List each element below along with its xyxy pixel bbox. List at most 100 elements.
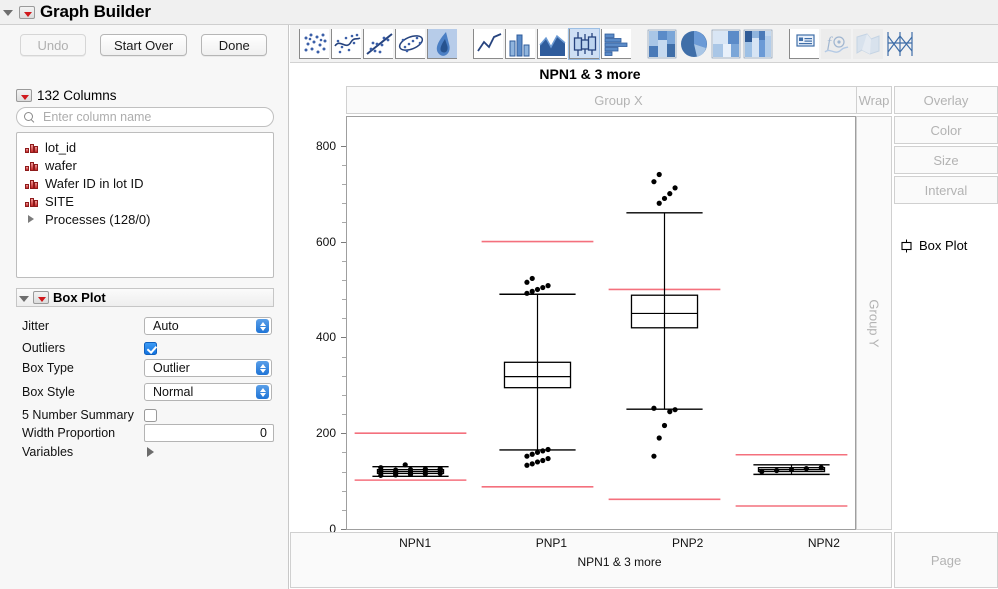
chevron-updown-icon[interactable] xyxy=(256,361,269,375)
outlier-point xyxy=(402,462,408,468)
line-of-fit-icon[interactable] xyxy=(363,28,393,59)
triangle-right-icon[interactable] xyxy=(25,213,38,225)
x-tick-labels: NPN1 PNP1 PNP2 NPN2 xyxy=(347,533,892,555)
column-label: Wafer ID in lot ID xyxy=(45,175,144,191)
boxplot-legend-label: Box Plot xyxy=(919,238,968,253)
outlier-point xyxy=(422,466,428,472)
outlier-point xyxy=(407,466,414,473)
boxplot-legend-entry[interactable]: Box Plot xyxy=(900,238,967,253)
window-titlebar: Graph Builder xyxy=(0,0,998,25)
outliers-label: Outliers xyxy=(22,341,66,355)
mosaic-icon[interactable] xyxy=(711,28,741,59)
box-style-select[interactable]: Normal xyxy=(144,383,272,401)
nominal-bars-icon xyxy=(25,177,38,189)
box-type-label: Box Type xyxy=(22,361,74,375)
dropzone-wrap-label: Wrap xyxy=(858,92,890,108)
list-item[interactable]: lot_id xyxy=(17,138,273,156)
plot-area[interactable] xyxy=(346,116,856,530)
graph-builder-window: Graph Builder Undo Start Over Done 132 C… xyxy=(0,0,998,589)
dropzone-group-x[interactable]: Group X xyxy=(346,86,891,114)
boxplot-red-triangle-menu-icon[interactable] xyxy=(33,291,49,304)
box-plot-group[interactable] xyxy=(354,432,467,481)
smoother-icon[interactable] xyxy=(331,28,361,59)
outlier-point xyxy=(788,466,795,473)
outlier-point xyxy=(667,191,673,197)
outlier-point xyxy=(774,467,780,474)
heatmap-icon[interactable] xyxy=(743,28,773,59)
option-row-outliers: Outliers xyxy=(22,338,274,358)
outlier-point xyxy=(651,453,657,459)
column-search-box[interactable] xyxy=(16,107,274,127)
five-number-summary-checkbox[interactable] xyxy=(144,408,157,422)
columns-red-triangle-menu-icon[interactable] xyxy=(16,89,32,102)
dropzone-group-y-label: Group Y xyxy=(866,298,882,348)
option-row-box-style: Box Style Normal xyxy=(22,382,274,402)
area-chart-icon[interactable] xyxy=(537,28,567,59)
dropzone-wrap[interactable]: Wrap xyxy=(856,86,892,114)
y-tick-label: 400 xyxy=(315,330,336,345)
box-plot-group[interactable] xyxy=(608,171,721,501)
map-shape-icon[interactable] xyxy=(853,28,883,59)
window-red-triangle-menu-icon[interactable] xyxy=(19,5,35,19)
column-label: wafer xyxy=(45,157,77,173)
box-style-value: Normal xyxy=(153,385,194,399)
contour-icon[interactable] xyxy=(427,28,457,59)
box-plot-group[interactable] xyxy=(735,453,848,507)
formula-icon[interactable]: f xyxy=(821,28,851,59)
dropzone-color[interactable]: Color xyxy=(894,116,998,144)
dropzone-page[interactable]: Page xyxy=(894,532,998,588)
width-proportion-input[interactable]: 0 xyxy=(144,424,274,442)
outlier-point xyxy=(524,290,530,296)
chevron-updown-icon[interactable] xyxy=(256,385,269,399)
outlier-point xyxy=(661,195,668,202)
search-icon xyxy=(24,111,35,123)
outlier-point xyxy=(534,449,541,455)
outlier-point xyxy=(540,448,546,454)
start-over-button[interactable]: Start Over xyxy=(100,34,188,56)
column-list[interactable]: lot_id wafer Wafer ID in lot ID SITE Pro… xyxy=(16,132,274,278)
x-tick-label: PNP1 xyxy=(535,536,568,550)
pie-chart-icon[interactable] xyxy=(679,29,709,59)
list-item[interactable]: SITE xyxy=(17,192,273,210)
window-disclosure-triangle[interactable] xyxy=(3,6,15,18)
ellipse-icon[interactable] xyxy=(395,28,425,59)
outlier-point xyxy=(529,461,535,467)
outlier-point xyxy=(759,468,765,475)
search-input[interactable] xyxy=(41,109,266,125)
outliers-checkbox[interactable] xyxy=(144,341,157,355)
dropzone-page-label: Page xyxy=(930,552,962,568)
undo-button[interactable]: Undo xyxy=(20,34,86,56)
dropzone-group-x-label: Group X xyxy=(594,92,643,108)
boxplot-disclosure-triangle[interactable] xyxy=(19,292,31,304)
chevron-updown-icon[interactable] xyxy=(256,319,269,333)
dropzone-group-y[interactable]: Group Y xyxy=(856,116,892,530)
parallel-plot-icon[interactable] xyxy=(885,29,915,59)
caption-box-icon[interactable] xyxy=(789,28,819,59)
histogram-icon[interactable] xyxy=(601,28,631,59)
outlier-point xyxy=(651,179,657,185)
dropzone-size[interactable]: Size xyxy=(894,146,998,174)
jitter-select[interactable]: Auto xyxy=(144,317,272,335)
done-button[interactable]: Done xyxy=(201,34,268,56)
points-icon[interactable] xyxy=(299,28,329,59)
nominal-bars-icon xyxy=(25,141,38,153)
triangle-right-icon[interactable] xyxy=(144,445,160,459)
dropzone-overlay[interactable]: Overlay xyxy=(894,86,998,114)
box-plot-group[interactable] xyxy=(481,240,594,488)
outlier-point xyxy=(672,185,678,191)
line-chart-icon[interactable] xyxy=(473,28,503,59)
columns-count-label: 132 Columns xyxy=(37,88,117,103)
dropzone-interval[interactable]: Interval xyxy=(894,176,998,204)
x-tick-label: NPN1 xyxy=(399,536,432,550)
column-group-label: Processes (128/0) xyxy=(45,211,151,227)
list-item[interactable]: Wafer ID in lot ID xyxy=(17,174,273,192)
treemap-icon[interactable] xyxy=(647,28,677,59)
box-type-select[interactable]: Outlier xyxy=(144,359,272,377)
box-plot-icon[interactable] xyxy=(568,27,600,60)
list-item-group[interactable]: Processes (128/0) xyxy=(17,210,273,228)
nominal-bars-icon xyxy=(25,195,38,207)
boxplot-canvas xyxy=(354,171,848,507)
bar-chart-icon[interactable] xyxy=(505,28,535,59)
box-plot-glyph-icon xyxy=(900,239,913,253)
list-item[interactable]: wafer xyxy=(17,156,273,174)
